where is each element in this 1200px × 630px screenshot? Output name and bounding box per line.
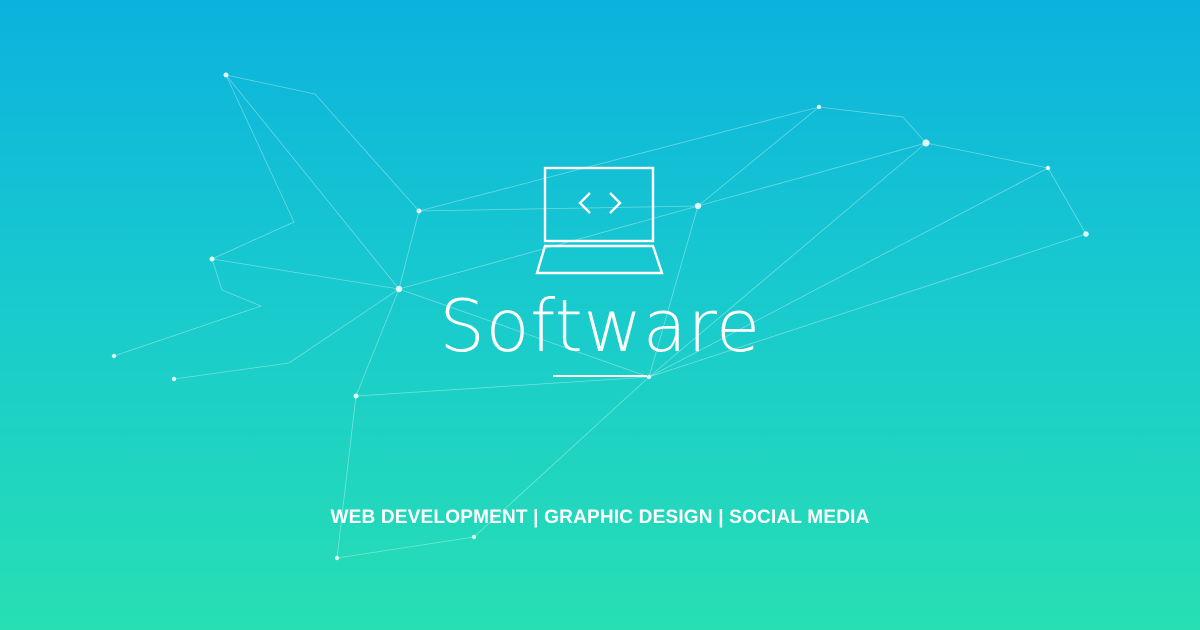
network-line bbox=[336, 395, 357, 559]
network-node bbox=[1083, 231, 1089, 237]
code-bracket-left bbox=[578, 192, 591, 214]
network-line bbox=[925, 142, 1049, 169]
title-underline bbox=[553, 375, 647, 377]
network-node bbox=[353, 393, 359, 399]
network-node bbox=[334, 555, 340, 561]
network-node bbox=[694, 202, 702, 210]
network-line bbox=[697, 142, 927, 207]
network-node bbox=[471, 534, 477, 540]
network-line bbox=[314, 93, 420, 212]
network-line bbox=[225, 74, 400, 290]
network-line bbox=[902, 116, 927, 144]
software-banner: Software WEB DEVELOPMENT | GRAPHIC DESIG… bbox=[0, 0, 1200, 630]
network-node bbox=[416, 208, 422, 214]
network-line bbox=[1047, 167, 1087, 235]
network-node bbox=[1045, 165, 1051, 171]
network-node bbox=[209, 256, 215, 262]
laptop-screen bbox=[543, 166, 655, 243]
laptop-base bbox=[535, 244, 664, 275]
network-line bbox=[697, 106, 820, 207]
network-node bbox=[223, 72, 229, 78]
laptop-code-icon bbox=[535, 166, 664, 275]
network-line bbox=[336, 536, 475, 559]
network-node bbox=[171, 376, 177, 382]
network-line bbox=[818, 106, 904, 118]
network-line bbox=[355, 376, 650, 397]
network-node bbox=[922, 139, 930, 147]
network-line bbox=[225, 74, 295, 223]
network-line bbox=[211, 221, 295, 260]
code-bracket-right bbox=[609, 192, 622, 214]
page-title: Software bbox=[439, 284, 761, 368]
network-node bbox=[816, 104, 822, 110]
services-tagline: WEB DEVELOPMENT | GRAPHIC DESIGN | SOCIA… bbox=[330, 507, 870, 528]
